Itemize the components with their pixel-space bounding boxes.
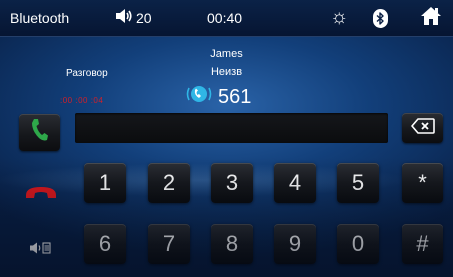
status-bar: Bluetooth 20 00:40 ☼ (0, 0, 453, 37)
volume-level: 20 (136, 10, 152, 26)
key-7[interactable]: 7 (148, 224, 190, 264)
brightness-icon[interactable]: ☼ (330, 5, 348, 29)
hang-up-icon (24, 185, 58, 206)
answer-call-button[interactable] (19, 114, 60, 151)
call-state: Разговор (66, 68, 108, 79)
caller-number: 561 (218, 85, 252, 108)
caller-number-row: 561 (186, 84, 251, 109)
volume-indicator[interactable]: 20 (116, 9, 152, 27)
key-9[interactable]: 9 (274, 224, 316, 264)
hang-up-button[interactable] (19, 175, 63, 215)
phone-screen: Bluetooth 20 00:40 ☼ James Неизв Разгово… (0, 0, 453, 277)
phone-answer-icon (31, 118, 49, 147)
key-star[interactable]: * (402, 163, 443, 203)
key-hash[interactable]: # (402, 224, 443, 264)
backspace-icon (410, 117, 435, 139)
call-timer: :00 :00 :04 (60, 96, 104, 105)
bluetooth-icon[interactable] (373, 9, 388, 28)
contact-phone-icon (186, 84, 212, 109)
key-8[interactable]: 8 (211, 224, 253, 264)
dial-number-field[interactable] (75, 113, 388, 143)
audio-transfer-icon (30, 242, 52, 254)
clock: 00:40 (207, 10, 243, 26)
key-3[interactable]: 3 (211, 163, 253, 203)
key-1[interactable]: 1 (84, 163, 126, 203)
audio-transfer-button[interactable] (19, 229, 63, 267)
key-2[interactable]: 2 (148, 163, 190, 203)
key-6[interactable]: 6 (84, 224, 126, 264)
key-5[interactable]: 5 (337, 163, 379, 203)
key-0[interactable]: 0 (337, 224, 379, 264)
key-4[interactable]: 4 (274, 163, 316, 203)
home-icon[interactable] (420, 6, 442, 30)
backspace-button[interactable] (402, 113, 443, 143)
caller-name: James (210, 48, 243, 60)
app-title: Bluetooth (10, 10, 70, 26)
speaker-icon (116, 9, 133, 27)
